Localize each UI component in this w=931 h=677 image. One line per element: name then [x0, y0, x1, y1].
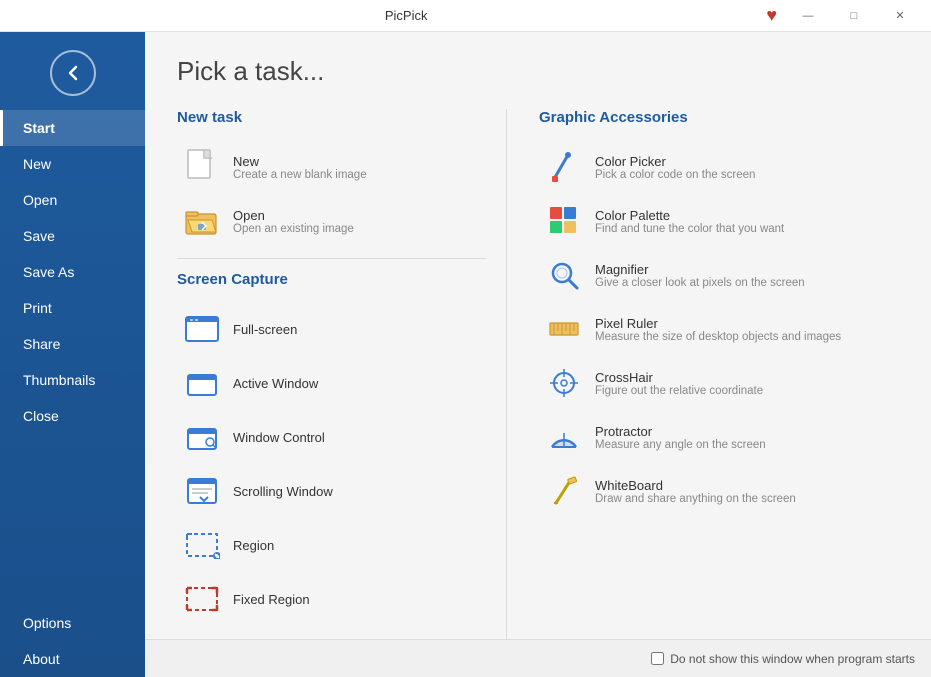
- task-protractor-desc: Measure any angle on the screen: [595, 439, 766, 451]
- protractor-icon: [545, 418, 583, 456]
- task-open-label: Open: [233, 208, 354, 223]
- windowcontrol-icon: [183, 418, 221, 456]
- task-pixelruler-label: Pixel Ruler: [595, 316, 841, 331]
- whiteboard-icon: [545, 472, 583, 510]
- task-crosshair-desc: Figure out the relative coordinate: [595, 385, 763, 397]
- task-protractor-label: Protractor: [595, 424, 766, 439]
- do-not-show-checkbox[interactable]: [651, 652, 664, 665]
- task-windowcontrol[interactable]: Window Control: [177, 410, 486, 464]
- task-activewindow[interactable]: Active Window: [177, 356, 486, 410]
- back-icon: [63, 63, 83, 83]
- task-whiteboard-desc: Draw and share anything on the screen: [595, 493, 796, 505]
- task-activewindow-label: Active Window: [233, 376, 318, 391]
- app-title: PicPick: [54, 8, 758, 23]
- task-whiteboard-label: WhiteBoard: [595, 478, 796, 493]
- maximize-button[interactable]: □: [831, 0, 877, 32]
- page-title: Pick a task...: [177, 56, 899, 87]
- task-magnifier-label: Magnifier: [595, 262, 805, 277]
- task-open-desc: Open an existing image: [233, 223, 354, 235]
- task-colorpalette-label: Color Palette: [595, 208, 784, 223]
- task-open[interactable]: Open Open an existing image: [177, 194, 486, 248]
- magnifier-icon: [545, 256, 583, 294]
- screen-capture-title: Screen Capture: [177, 271, 486, 288]
- task-fullscreen-label: Full-screen: [233, 322, 297, 337]
- colorpalette-icon: [545, 202, 583, 240]
- task-region[interactable]: Region: [177, 518, 486, 572]
- fullscreen-icon: [183, 310, 221, 348]
- task-region-label: Region: [233, 538, 274, 553]
- activewindow-icon: [183, 364, 221, 402]
- task-magnifier-desc: Give a closer look at pixels on the scre…: [595, 277, 805, 289]
- task-crosshair[interactable]: CrossHair Figure out the relative coordi…: [539, 356, 899, 410]
- scrolling-icon: [183, 472, 221, 510]
- bottom-bar: Do not show this window when program sta…: [145, 639, 931, 677]
- right-column: Graphic Accessories Color Picker Pick a …: [507, 109, 899, 677]
- do-not-show-label: Do not show this window when program sta…: [670, 652, 915, 666]
- fixedregion-icon: [183, 580, 221, 618]
- sidebar-nav: Start New Open Save Save As Print Share …: [0, 110, 145, 677]
- close-button[interactable]: ✕: [877, 0, 923, 32]
- task-protractor[interactable]: Protractor Measure any angle on the scre…: [539, 410, 899, 464]
- task-new-label: New: [233, 154, 367, 169]
- task-magnifier[interactable]: Magnifier Give a closer look at pixels o…: [539, 248, 899, 302]
- sidebar-item-open[interactable]: Open: [0, 182, 145, 218]
- sidebar-item-share[interactable]: Share: [0, 326, 145, 362]
- task-colorpalette[interactable]: Color Palette Find and tune the color th…: [539, 194, 899, 248]
- task-whiteboard[interactable]: WhiteBoard Draw and share anything on th…: [539, 464, 899, 518]
- task-colorpicker-desc: Pick a color code on the screen: [595, 169, 755, 181]
- content-area: Pick a task... New task New: [145, 32, 931, 677]
- task-scrolling[interactable]: Scrolling Window: [177, 464, 486, 518]
- do-not-show-wrapper: Do not show this window when program sta…: [651, 652, 915, 666]
- crosshair-icon: [545, 364, 583, 402]
- graphic-accessories-title: Graphic Accessories: [539, 109, 899, 126]
- task-new-desc: Create a new blank image: [233, 169, 367, 181]
- sidebar-item-close[interactable]: Close: [0, 398, 145, 434]
- sidebar-item-thumbnails[interactable]: Thumbnails: [0, 362, 145, 398]
- task-windowcontrol-label: Window Control: [233, 430, 325, 445]
- task-pixelruler-desc: Measure the size of desktop objects and …: [595, 331, 841, 343]
- sidebar-item-new[interactable]: New: [0, 146, 145, 182]
- sidebar: Start New Open Save Save As Print Share …: [0, 32, 145, 677]
- task-pixelruler[interactable]: Pixel Ruler Measure the size of desktop …: [539, 302, 899, 356]
- task-crosshair-label: CrossHair: [595, 370, 763, 385]
- task-new[interactable]: New Create a new blank image: [177, 140, 486, 194]
- task-scrolling-label: Scrolling Window: [233, 484, 333, 499]
- sidebar-item-start[interactable]: Start: [0, 110, 145, 146]
- back-button[interactable]: [50, 50, 96, 96]
- task-fixedregion[interactable]: Fixed Region: [177, 572, 486, 626]
- new-icon: [183, 148, 221, 186]
- task-fixedregion-label: Fixed Region: [233, 592, 310, 607]
- title-bar: PicPick ♥ — □ ✕: [0, 0, 931, 32]
- task-colorpicker-label: Color Picker: [595, 154, 755, 169]
- sidebar-item-saveas[interactable]: Save As: [0, 254, 145, 290]
- pixelruler-icon: [545, 310, 583, 348]
- sidebar-item-about[interactable]: About: [0, 641, 145, 677]
- task-colorpicker[interactable]: Color Picker Pick a color code on the sc…: [539, 140, 899, 194]
- app-container: Start New Open Save Save As Print Share …: [0, 32, 931, 677]
- new-task-title: New task: [177, 109, 486, 126]
- sidebar-item-save[interactable]: Save: [0, 218, 145, 254]
- task-colorpalette-desc: Find and tune the color that you want: [595, 223, 784, 235]
- sidebar-item-print[interactable]: Print: [0, 290, 145, 326]
- region-icon: [183, 526, 221, 564]
- open-icon: [183, 202, 221, 240]
- task-fullscreen[interactable]: Full-screen: [177, 302, 486, 356]
- minimize-button[interactable]: —: [785, 0, 831, 32]
- sidebar-back: [0, 32, 145, 110]
- columns: New task New Create a new blank image: [177, 109, 899, 677]
- sidebar-item-options[interactable]: Options: [0, 605, 145, 641]
- left-column: New task New Create a new blank image: [177, 109, 507, 677]
- colorpicker-icon: [545, 148, 583, 186]
- favorite-button[interactable]: ♥: [758, 5, 785, 26]
